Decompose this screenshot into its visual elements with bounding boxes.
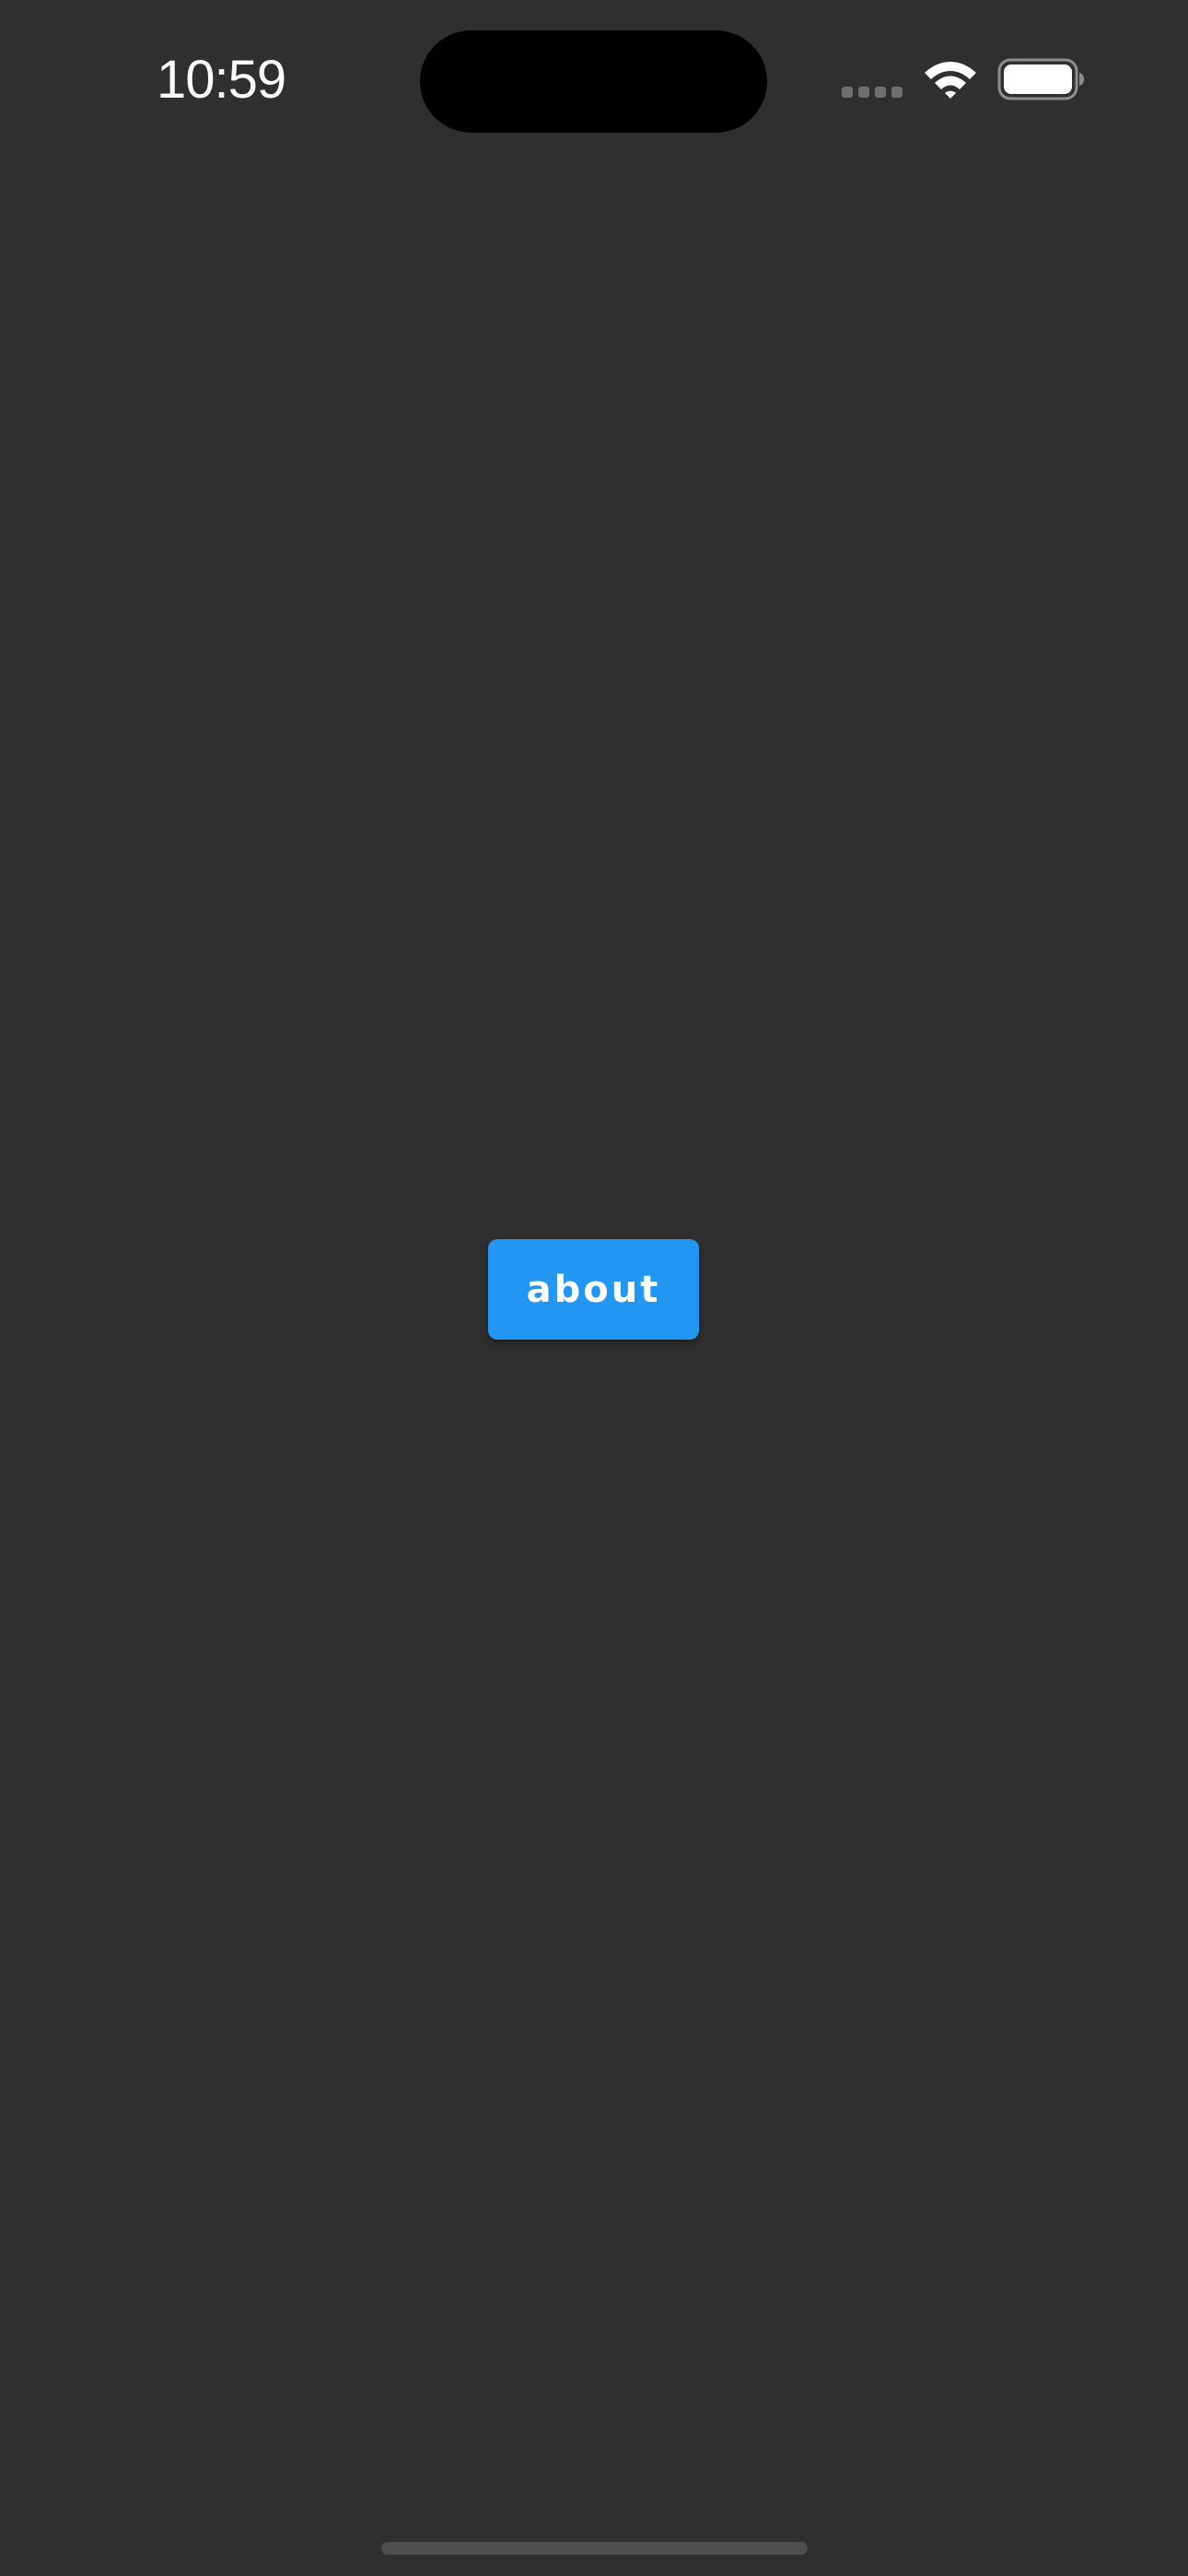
wifi-icon	[925, 62, 976, 99]
cellular-signal-icon	[842, 87, 906, 100]
main-content: about	[0, 157, 1188, 2515]
app-screen: 10:59 about	[0, 0, 1188, 2576]
dynamic-island	[420, 30, 767, 133]
about-button[interactable]: about	[488, 1239, 699, 1340]
status-bar: 10:59	[0, 0, 1188, 157]
status-time: 10:59	[157, 50, 286, 110]
battery-icon	[997, 58, 1084, 100]
home-indicator[interactable]	[381, 2542, 808, 2555]
